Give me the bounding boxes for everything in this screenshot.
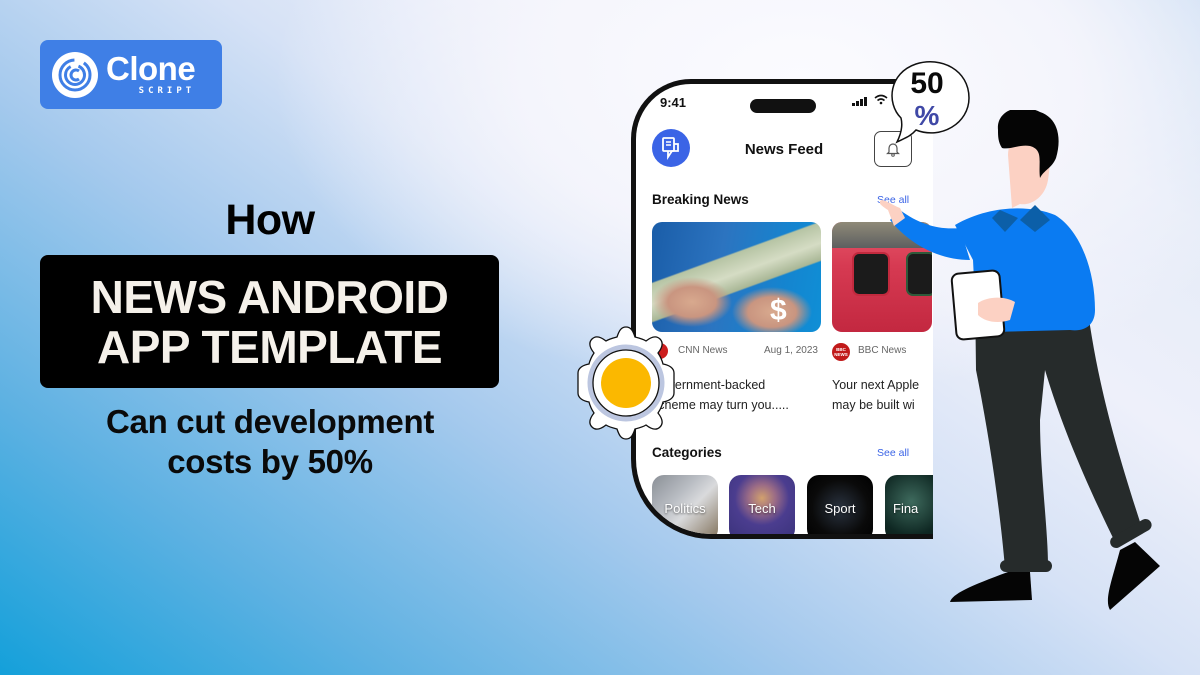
headline-title-box: NEWS ANDROID APP TEMPLATE (40, 255, 499, 388)
person-illustration (880, 110, 1160, 610)
gear-icon (577, 326, 675, 440)
news-source: CNN News (678, 345, 728, 356)
bbc-badge-text: BBC NEWS (834, 347, 848, 357)
subtitle-line: costs by 50% (167, 443, 373, 480)
category-label: Tech (748, 500, 776, 516)
brand-name: Clone (106, 50, 196, 87)
status-time: 9:41 (660, 95, 687, 110)
headline-title-line: NEWS ANDROID (90, 270, 449, 323)
category-label: Sport (824, 500, 856, 516)
headline-subtitle: Can cut development costs by 50% (40, 402, 500, 482)
headline-title-line: APP TEMPLATE (97, 320, 443, 373)
dollar-overlay: $ (770, 294, 787, 327)
category-label: Politics (664, 500, 706, 516)
clone-logo-icon (52, 51, 98, 98)
clone-script-logo[interactable]: Clone SCRIPT (40, 40, 222, 109)
bbc-logo-icon: BBC NEWS (832, 343, 850, 361)
breaking-news-title: Breaking News (652, 192, 749, 207)
category-tech[interactable]: Tech (729, 475, 795, 534)
brand-tagline: SCRIPT (138, 86, 196, 96)
signal-icon (852, 97, 867, 106)
headline-intro: How (225, 196, 315, 244)
news-card-image-cash[interactable]: $ (652, 222, 821, 332)
news-date: Aug 1, 2023 (764, 345, 818, 356)
category-sport[interactable]: Sport (807, 475, 873, 534)
categories-title: Categories (652, 445, 722, 460)
phone-notch (750, 99, 816, 113)
discount-number: 50 (910, 67, 944, 100)
category-politics[interactable]: Politics (652, 475, 718, 534)
subtitle-line: Can cut development (105, 403, 435, 440)
